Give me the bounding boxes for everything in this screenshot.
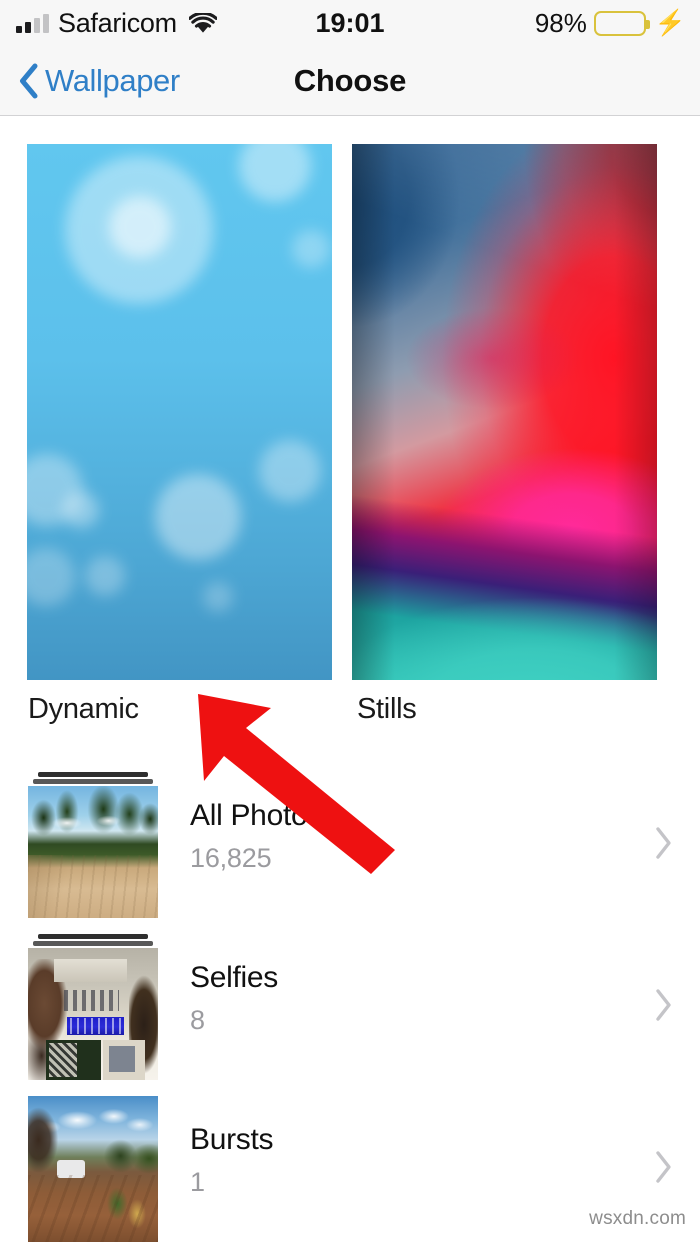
album-name: Selfies [190,961,278,994]
clock-label: 19:01 [315,7,385,38]
stills-wallpaper-cell[interactable] [352,144,657,680]
status-bar: Safaricom 19:01 98% ⚡ [0,0,700,46]
dirt-road-trees-photo [28,786,158,918]
stills-wallpaper-label: Stills [357,693,417,725]
album-thumbnail-stack [28,934,158,1080]
chevron-right-icon[interactable] [652,825,674,861]
road-clouds-photo [28,1096,158,1242]
dynamic-wallpaper-label: Dynamic [28,693,139,725]
chevron-right-icon[interactable] [652,1149,674,1185]
album-name: All Photos [190,799,323,832]
album-text-block: Selfies 8 [190,960,278,1036]
album-text-block: Bursts 1 [190,1122,274,1198]
chevron-right-icon[interactable] [652,987,674,1023]
album-thumbnail-single [28,1096,158,1242]
wallpaper-category-grid [0,144,700,684]
album-row-all-photos[interactable]: All Photos 16,825 [0,762,700,924]
album-count: 8 [190,1005,205,1035]
status-bar-right: 98% ⚡ [535,0,686,46]
album-text-block: All Photos 16,825 [190,798,322,874]
album-count: 1 [190,1167,205,1197]
stills-wallpaper-preview [352,144,657,680]
site-watermark: wsxdn.com [589,1208,686,1229]
battery-icon [593,10,650,36]
dynamic-wallpaper-preview [27,144,332,680]
battery-percent-label: 98% [534,7,587,38]
navigation-bar: Wallpaper Choose [0,46,700,116]
lightning-bolt-icon: ⚡ [654,8,686,37]
album-thumbnail-stack [28,772,158,918]
album-name: Bursts [190,1123,274,1156]
album-row-selfies[interactable]: Selfies 8 [0,924,700,1086]
shop-interior-selfie-photo [28,948,158,1080]
album-list: All Photos 16,825 Selfies 8 Bursts 1 [0,762,700,1248]
album-count: 16,825 [190,843,272,873]
page-title: Choose [293,63,407,98]
dynamic-wallpaper-cell[interactable] [27,144,332,680]
